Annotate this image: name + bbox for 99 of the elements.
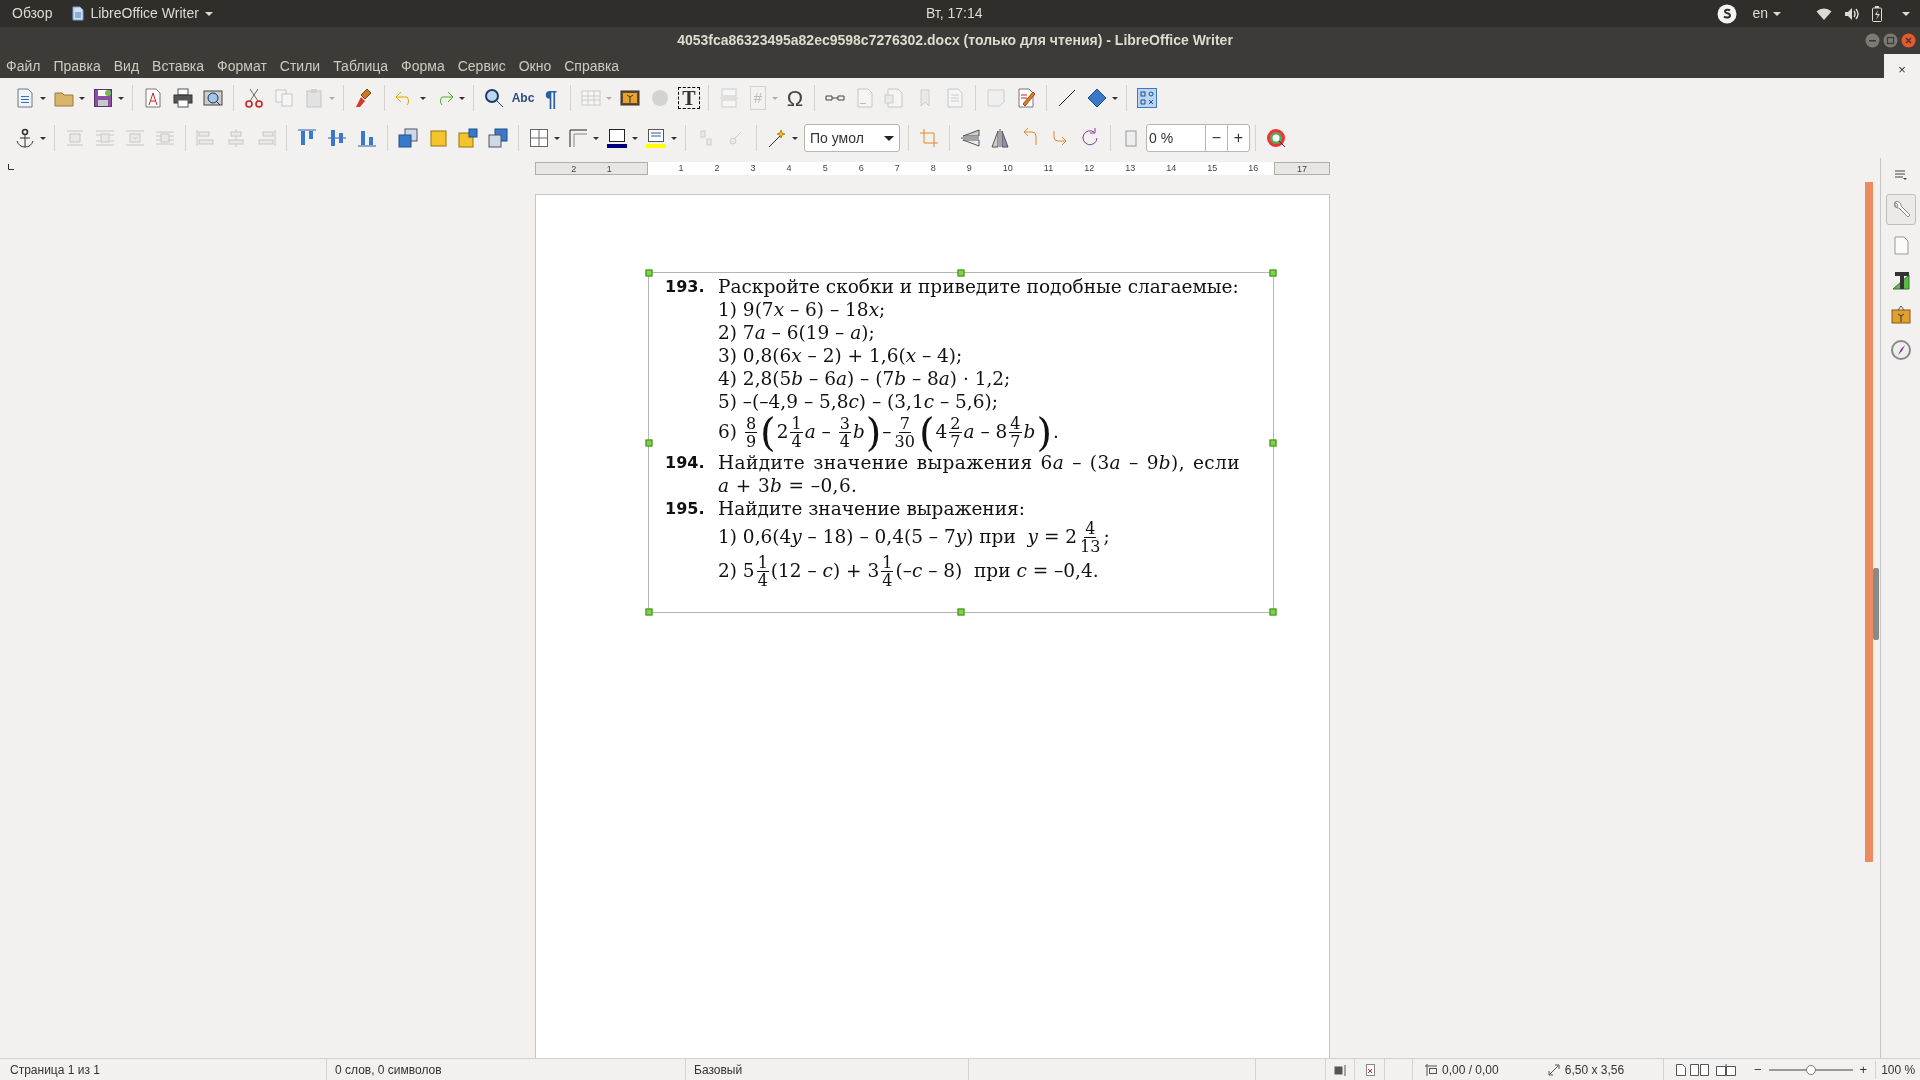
ruler-number: 2 bbox=[714, 162, 720, 175]
math-text: ; bbox=[1103, 525, 1110, 550]
exercise-text: Найдите значение выражения: bbox=[718, 497, 1026, 520]
math-text: (–c – 8) при c = –0,4. bbox=[895, 559, 1099, 584]
zoom-out-button[interactable]: − bbox=[1754, 1059, 1762, 1080]
formatting-marks-button[interactable]: ¶ bbox=[537, 84, 565, 112]
denominator: 4 bbox=[881, 571, 894, 589]
math-text: 4 bbox=[935, 420, 948, 445]
numerator: 8 bbox=[744, 414, 758, 433]
menu-item[interactable]: Сервис bbox=[457, 55, 506, 77]
parenthesis: ) bbox=[1036, 412, 1052, 452]
ruler-number: 1 bbox=[678, 162, 684, 175]
special-character-button[interactable]: Ω bbox=[781, 84, 809, 112]
math-text: 2) 5 bbox=[718, 559, 755, 584]
ruler-number: 14 bbox=[1166, 162, 1177, 175]
zoom-level[interactable]: 100 % bbox=[1875, 1060, 1916, 1079]
menu-item[interactable]: Файл bbox=[6, 55, 41, 77]
ruler-number: 3 bbox=[750, 162, 756, 175]
menu-item[interactable]: Формат bbox=[217, 55, 267, 77]
page-count: Страница 1 из 1 bbox=[10, 1061, 100, 1079]
math-text: 3) 0,8(6x – 2) + 1,6(x – 4); bbox=[718, 343, 963, 368]
exercise-number: 194. bbox=[665, 452, 706, 474]
exercise-number: 195. bbox=[665, 498, 706, 520]
word-count: 0 слов, 0 символов bbox=[335, 1061, 442, 1079]
ruler-number: 10 bbox=[1002, 162, 1013, 175]
math-text: 1) 9(7x – 6) – 18x; bbox=[718, 297, 886, 322]
math-text: 2 bbox=[776, 420, 789, 445]
close-document-button[interactable]: × bbox=[1898, 60, 1906, 80]
clock[interactable]: Вт, 17:14 bbox=[926, 3, 983, 24]
math-text: b bbox=[1023, 420, 1036, 445]
mode-dropdown[interactable]: По умол bbox=[804, 124, 900, 152]
menu-item[interactable]: Справка bbox=[564, 55, 620, 77]
parenthesis: ) bbox=[865, 412, 882, 452]
numerator: 4 bbox=[1084, 519, 1097, 538]
numerator: 4 bbox=[1009, 414, 1022, 433]
denominator: 7 bbox=[1009, 432, 1022, 450]
ruler-number: 9 bbox=[966, 162, 972, 175]
denominator: 7 bbox=[949, 432, 962, 450]
math-text: 2) 7a – 6(19 – a); bbox=[718, 320, 875, 345]
denominator: 4 bbox=[838, 432, 851, 450]
menu-item[interactable]: Форма bbox=[401, 55, 445, 77]
ruler-number: 4 bbox=[786, 162, 792, 175]
math-text: b bbox=[852, 420, 865, 445]
app-menu[interactable]: LibreOffice Writer bbox=[90, 3, 199, 24]
ruler-number: 11 bbox=[1043, 162, 1054, 175]
ruler-number: 15 bbox=[1207, 162, 1218, 175]
text-box-button[interactable]: T bbox=[675, 84, 703, 112]
menu-item[interactable]: Вставка bbox=[152, 55, 205, 77]
denominator: 4 bbox=[790, 432, 803, 450]
numerator: 7 bbox=[898, 414, 911, 433]
math-text: – bbox=[882, 420, 892, 445]
menu-item[interactable]: Таблица bbox=[333, 55, 389, 77]
numerator: 1 bbox=[790, 414, 803, 433]
window-title: 4053fca86323495a82ec9598c7276302.docx (только для чтения) - LibreOffice Writer bbox=[677, 31, 1233, 50]
page-style: Базовый bbox=[694, 1061, 743, 1079]
ruler-number: 6 bbox=[858, 162, 864, 175]
denominator: 13 bbox=[1079, 537, 1102, 555]
parenthesis: ( bbox=[918, 412, 935, 452]
math-text: (12 – c) + 3 bbox=[770, 559, 880, 584]
math-text: 1) 0,6(4y – 18) – 0,4(5 – 7y) при y = 2 bbox=[718, 525, 1078, 550]
ruler-number: 16 bbox=[1248, 162, 1259, 175]
math-text: . bbox=[1053, 420, 1059, 445]
activities-button[interactable]: Обзор bbox=[12, 3, 53, 24]
math-text: 4) 2,8(5b – 6a) – (7b – 8a) · 1,2; bbox=[718, 366, 1011, 391]
denominator: 4 bbox=[756, 571, 769, 589]
ruler-number: 1 bbox=[606, 163, 612, 174]
spellcheck-button[interactable]: Abc bbox=[509, 84, 537, 112]
exercise-number: 193. bbox=[665, 276, 706, 298]
transparency-field[interactable]: 0 % − + bbox=[1146, 124, 1250, 152]
zoom-in-button[interactable]: + bbox=[1859, 1059, 1868, 1080]
numerator: 2 bbox=[949, 414, 962, 433]
ruler-number: 5 bbox=[822, 162, 828, 175]
menu-item[interactable]: Стили bbox=[279, 55, 321, 77]
menu-item[interactable]: Окно bbox=[518, 55, 552, 77]
math-text: a – 8 bbox=[963, 420, 1008, 445]
numerator: 1 bbox=[756, 553, 769, 572]
exercise-text: Раскройте скобки и приведите подобные слагаемые: bbox=[718, 275, 1240, 298]
size-value: 6,50 x 3,56 bbox=[1564, 1061, 1625, 1079]
parenthesis: ( bbox=[760, 412, 776, 452]
increment-button[interactable]: + bbox=[1227, 125, 1249, 151]
numerator: 1 bbox=[881, 553, 894, 572]
ruler-number: 7 bbox=[894, 162, 900, 175]
denominator: 9 bbox=[744, 432, 758, 450]
position-value: 0,00 / 0,00 bbox=[1442, 1061, 1499, 1079]
ruler-number: 2 bbox=[571, 163, 577, 174]
ruler-number: 17 bbox=[1297, 163, 1307, 174]
ruler-number: 12 bbox=[1084, 162, 1095, 175]
denominator: 30 bbox=[893, 432, 916, 450]
menu-item[interactable]: Правка bbox=[53, 55, 101, 77]
decrement-button[interactable]: − bbox=[1205, 125, 1227, 151]
ruler-number: 8 bbox=[930, 162, 936, 175]
keyboard-layout[interactable]: en bbox=[1752, 3, 1768, 24]
numerator: 3 bbox=[838, 414, 851, 433]
math-text: 6) bbox=[718, 420, 738, 445]
menu-item[interactable]: Вид bbox=[113, 55, 140, 77]
math-text: a – bbox=[804, 420, 832, 445]
exercise-text: Найдите значение выражения 6a – (3a – 9b), если a + 3b = –0,6. bbox=[718, 452, 1240, 497]
ruler-number: 13 bbox=[1125, 162, 1136, 175]
math-text: 5) –(–4,9 – 5,8c) – (3,1c – 5,6); bbox=[718, 389, 998, 414]
